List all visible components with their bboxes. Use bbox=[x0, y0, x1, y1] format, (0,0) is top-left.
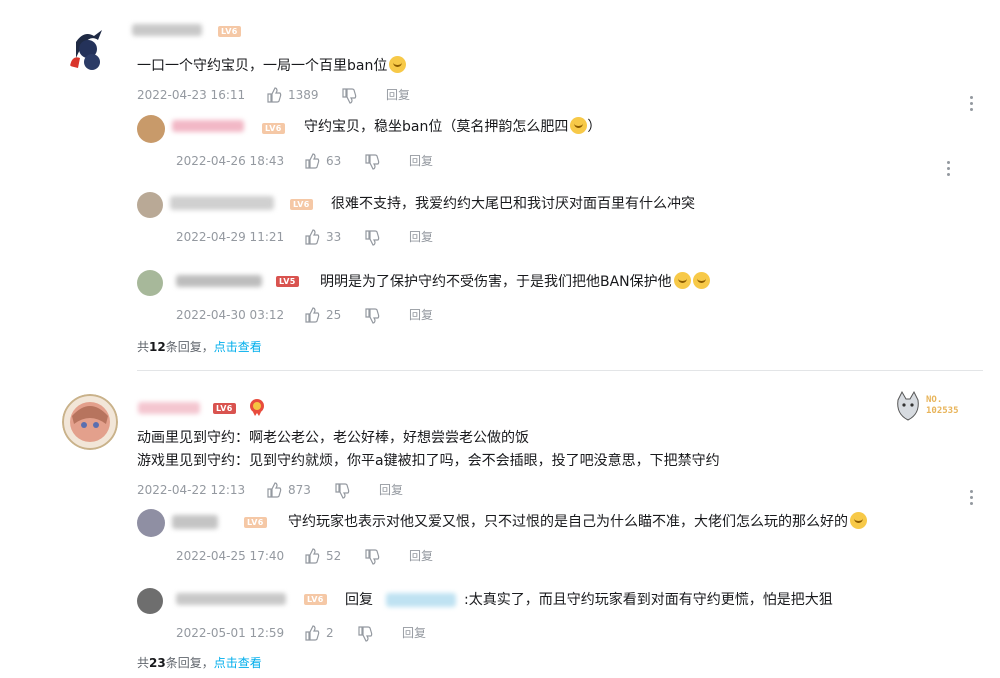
reply-text: 很难不支持，我爱约约大尾巴和我讨厌对面百里有什么冲突 bbox=[331, 196, 695, 212]
more-options-icon[interactable] bbox=[970, 490, 974, 508]
reply-body: 明明是为了保护守约不受伤害，于是我们把他BAN保护他 bbox=[320, 274, 672, 290]
fan-badge-icon bbox=[897, 390, 919, 421]
username-redacted[interactable] bbox=[172, 120, 244, 132]
level-badge: LV6 bbox=[244, 517, 267, 528]
username-redacted[interactable] bbox=[132, 24, 202, 36]
like-count: 63 bbox=[326, 154, 342, 168]
reply-time: 2022-04-26 18:43 bbox=[176, 154, 285, 168]
username-redacted[interactable] bbox=[170, 196, 274, 210]
reply-avatar[interactable] bbox=[137, 115, 165, 143]
thread-divider bbox=[137, 370, 983, 371]
emoji-icon bbox=[389, 56, 407, 73]
avatar-image bbox=[62, 22, 112, 72]
user-avatar[interactable] bbox=[62, 394, 118, 450]
like-icon[interactable] bbox=[304, 307, 320, 323]
more-options-icon[interactable] bbox=[947, 161, 951, 179]
comment-text-line-1: 动画里见到守约：啊老公老公，老公好棒，好想尝尝老公做的饭 bbox=[137, 430, 529, 446]
comment-body: 一口一个守约宝贝，一局一个百里ban位 bbox=[137, 58, 388, 74]
dislike-icon[interactable] bbox=[334, 483, 350, 499]
total-count: 23 bbox=[149, 656, 166, 670]
like-count: 2 bbox=[326, 626, 334, 640]
reply-text: 明明是为了保护守约不受伤害，于是我们把他BAN保护他 bbox=[320, 272, 710, 292]
dislike-icon[interactable] bbox=[341, 88, 357, 104]
medal-icon bbox=[250, 399, 264, 416]
emoji-icon bbox=[850, 512, 867, 529]
reply-avatar[interactable] bbox=[137, 588, 163, 614]
reply-prefix: 回复 bbox=[345, 592, 373, 608]
reply-button[interactable]: 回复 bbox=[386, 87, 410, 103]
like-count: 52 bbox=[326, 549, 342, 563]
user-avatar[interactable] bbox=[62, 22, 112, 72]
fan-badge-number: 102535 bbox=[926, 406, 959, 416]
like-icon[interactable] bbox=[266, 87, 282, 103]
level-badge: LV6 bbox=[290, 199, 313, 210]
avatar-image bbox=[62, 394, 118, 450]
dislike-icon[interactable] bbox=[364, 308, 380, 324]
reply-avatar[interactable] bbox=[137, 192, 163, 218]
reply-text: 守约宝贝，稳坐ban位（莫名押韵怎么肥四 ） bbox=[304, 117, 601, 137]
more-options-icon[interactable] bbox=[970, 96, 974, 114]
comment-text: 一口一个守约宝贝，一局一个百里ban位 bbox=[137, 56, 407, 76]
reply-text: 守约玩家也表示对他又爱又恨，只不过恨的是自己为什么瞄不准，大佬们怎么玩的那么好的 bbox=[288, 512, 867, 532]
reply-body-tail: ） bbox=[587, 119, 602, 135]
fan-badge: NO. 102535 bbox=[926, 395, 959, 417]
level-badge: LV6 bbox=[218, 26, 241, 37]
comment-time: 2022-04-23 16:11 bbox=[137, 88, 246, 102]
cat-emoji-icon bbox=[570, 117, 588, 134]
like-count: 33 bbox=[326, 230, 342, 244]
dislike-icon[interactable] bbox=[364, 230, 380, 246]
like-icon[interactable] bbox=[304, 548, 320, 564]
view-replies-link[interactable]: 点击查看 bbox=[214, 656, 262, 670]
reply-body: 守约玩家也表示对他又爱又恨，只不过恨的是自己为什么瞄不准，大佬们怎么玩的那么好的 bbox=[288, 514, 848, 530]
reply-avatar[interactable] bbox=[137, 509, 165, 537]
total-suffix: 条回复， bbox=[165, 656, 214, 670]
total-count: 12 bbox=[149, 340, 166, 354]
reply-avatar[interactable] bbox=[137, 270, 163, 296]
username-redacted[interactable] bbox=[138, 402, 200, 414]
reply-time: 2022-05-01 12:59 bbox=[176, 626, 285, 640]
username-redacted[interactable] bbox=[176, 275, 262, 287]
reply-time: 2022-04-30 03:12 bbox=[176, 308, 285, 322]
comment-time: 2022-04-22 12:13 bbox=[137, 483, 246, 497]
dislike-icon[interactable] bbox=[364, 154, 380, 170]
level-badge: LV6 bbox=[213, 403, 236, 414]
like-icon[interactable] bbox=[304, 229, 320, 245]
cat-emoji-icon bbox=[692, 272, 710, 289]
reply-button[interactable]: 回复 bbox=[409, 153, 433, 169]
mentioned-user-redacted[interactable] bbox=[386, 593, 456, 607]
cat-emoji-icon bbox=[673, 272, 691, 289]
total-prefix: 共 bbox=[137, 656, 150, 670]
fan-badge-label: NO. bbox=[926, 395, 943, 405]
level-badge: LV6 bbox=[304, 594, 327, 605]
total-prefix: 共 bbox=[137, 340, 150, 354]
like-count: 1389 bbox=[288, 88, 319, 102]
view-replies-link[interactable]: 点击查看 bbox=[214, 340, 262, 354]
like-icon[interactable] bbox=[304, 625, 320, 641]
reply-button[interactable]: 回复 bbox=[402, 625, 426, 641]
like-icon[interactable] bbox=[266, 482, 282, 498]
reply-total: 共12条回复，点击查看 bbox=[137, 338, 262, 355]
reply-body: 守约宝贝，稳坐ban位（莫名押韵怎么肥四 bbox=[304, 119, 569, 135]
reply-button[interactable]: 回复 bbox=[379, 482, 403, 498]
reply-text: :太真实了，而且守约玩家看到对面有守约更慌，怕是把大狙 bbox=[464, 592, 833, 608]
total-suffix: 条回复， bbox=[165, 340, 214, 354]
like-icon[interactable] bbox=[304, 153, 320, 169]
dislike-icon[interactable] bbox=[357, 626, 373, 642]
reply-button[interactable]: 回复 bbox=[409, 548, 433, 564]
username-redacted[interactable] bbox=[172, 515, 218, 529]
reply-time: 2022-04-25 17:40 bbox=[176, 549, 285, 563]
dislike-icon[interactable] bbox=[364, 549, 380, 565]
reply-button[interactable]: 回复 bbox=[409, 229, 433, 245]
comment-text-line-2: 游戏里见到守约：见到守约就烦，你平a键被扣了吗，会不会插眼，投了吧没意思，下把禁… bbox=[137, 453, 720, 469]
level-badge: LV6 bbox=[262, 123, 285, 134]
reply-time: 2022-04-29 11:21 bbox=[176, 230, 285, 244]
like-count: 25 bbox=[326, 308, 342, 322]
reply-total: 共23条回复，点击查看 bbox=[137, 654, 262, 671]
level-badge: LV5 bbox=[276, 276, 299, 287]
reply-button[interactable]: 回复 bbox=[409, 307, 433, 323]
username-redacted[interactable] bbox=[176, 593, 286, 605]
like-count: 873 bbox=[288, 483, 311, 497]
